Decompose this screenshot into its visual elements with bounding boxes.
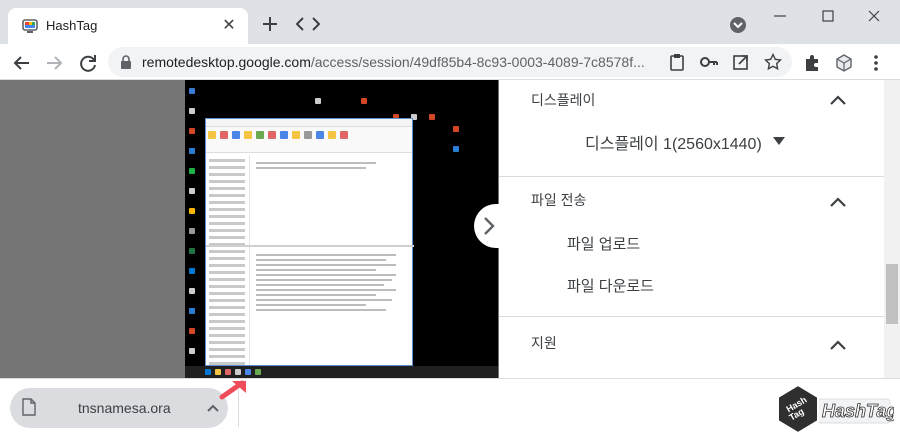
tab-close-icon[interactable]: ✕ — [220, 17, 238, 35]
desktop-icon[interactable] — [189, 148, 195, 154]
bookmark-star-icon[interactable] — [764, 53, 782, 71]
explorer-file-list — [252, 159, 410, 172]
minimize-icon[interactable] — [760, 4, 800, 28]
download-shelf: tnsnamesa.ora Hash Tag HashTag — [0, 378, 900, 436]
caret-down-icon[interactable] — [773, 137, 785, 145]
desktop-icon[interactable] — [189, 288, 195, 294]
download-filename: tnsnamesa.ora — [78, 400, 171, 416]
tab-title: HashTag — [46, 18, 98, 33]
extension-cube-icon[interactable] — [834, 53, 854, 73]
svg-text:HashTag: HashTag — [822, 401, 894, 421]
support-section-title[interactable]: 지원 — [531, 333, 557, 353]
file-upload-link[interactable]: 파일 업로드 — [567, 233, 640, 254]
url-text: remotedesktop.google.com/access/session/… — [142, 54, 662, 70]
section-divider — [499, 316, 884, 317]
desktop-icon[interactable] — [189, 108, 195, 114]
desktop-icon[interactable] — [189, 268, 195, 274]
open-external-icon[interactable] — [732, 53, 750, 71]
close-icon[interactable] — [854, 4, 894, 28]
display-select[interactable]: 디스플레이 1(2560x1440) — [585, 130, 762, 154]
remote-file-explorer[interactable] — [205, 118, 414, 366]
extensions-puzzle-icon[interactable] — [802, 53, 822, 73]
code-icon[interactable] — [294, 12, 322, 36]
toolbar: remotedesktop.google.com/access/session/… — [0, 44, 900, 80]
url-host: remotedesktop.google.com — [142, 54, 311, 70]
desktop-icon[interactable] — [453, 146, 459, 152]
desktop-icon[interactable] — [189, 128, 195, 134]
tab-strip: HashTag ✕ — [0, 0, 900, 44]
chevron-up-icon[interactable] — [829, 339, 847, 351]
forward-icon[interactable] — [42, 51, 66, 75]
desktop-icon[interactable] — [189, 88, 195, 94]
section-divider — [499, 176, 884, 177]
desktop-icon[interactable] — [315, 98, 321, 104]
explorer-ribbon — [206, 127, 412, 153]
clipboard-icon[interactable] — [668, 53, 686, 71]
annotation-arrow-icon — [219, 380, 246, 400]
desktop-icon[interactable] — [189, 328, 195, 334]
url-path: /access/session/49df85b4-8c93-0003-4089-… — [310, 54, 645, 70]
reload-icon[interactable] — [76, 51, 100, 75]
chevron-up-icon[interactable] — [206, 402, 220, 414]
chevron-right-icon — [484, 217, 495, 235]
display-section-title[interactable]: 디스플레이 — [531, 90, 595, 110]
tab-hashtag[interactable]: HashTag ✕ — [8, 8, 248, 44]
desktop-icon[interactable] — [189, 348, 195, 354]
session-options-panel: 디스플레이 디스플레이 1(2560x1440) 파일 전송 파일 업로드 파일… — [499, 80, 884, 378]
desktop-icon[interactable] — [189, 308, 195, 314]
desktop-icon[interactable] — [453, 126, 459, 132]
explorer-file-list-lower — [252, 251, 410, 314]
browser-window: HashTag ✕ remotedesktop.google.com/acces… — [0, 0, 900, 436]
chevron-up-icon[interactable] — [829, 94, 847, 106]
desktop-icon[interactable] — [361, 98, 367, 104]
desktop-icon[interactable] — [189, 168, 195, 174]
download-item[interactable]: tnsnamesa.ora — [10, 388, 228, 428]
explorer-nav-pane — [206, 155, 250, 365]
shelf-separator — [238, 389, 239, 427]
remote-session-view: 디스플레이 디스플레이 1(2560x1440) 파일 전송 파일 업로드 파일… — [0, 80, 900, 378]
desktop-icon[interactable] — [189, 228, 195, 234]
lock-icon[interactable] — [120, 55, 132, 69]
desktop-icon[interactable] — [189, 188, 195, 194]
scroll-thumb[interactable] — [886, 264, 898, 324]
tab-search-icon[interactable] — [728, 15, 748, 35]
new-tab-icon[interactable] — [258, 12, 282, 36]
desktop-icon[interactable] — [189, 248, 195, 254]
address-bar[interactable]: remotedesktop.google.com/access/session/… — [108, 47, 792, 77]
explorer-split — [206, 245, 414, 247]
explorer-titlebar — [206, 119, 412, 127]
desktop-icon[interactable] — [189, 208, 195, 214]
maximize-icon[interactable] — [808, 4, 848, 28]
key-icon[interactable] — [700, 53, 718, 71]
desktop-icon[interactable] — [429, 114, 435, 120]
remote-desktop-icon — [22, 19, 38, 33]
menu-kebab-icon[interactable] — [866, 53, 886, 73]
remote-desktop-screen[interactable] — [185, 80, 498, 378]
hashtag-logo: Hash Tag HashTag — [777, 383, 894, 435]
back-icon[interactable] — [10, 51, 34, 75]
file-download-link[interactable]: 파일 다운로드 — [567, 275, 654, 296]
chevron-up-icon[interactable] — [829, 196, 847, 208]
panel-scrollbar[interactable] — [884, 80, 900, 378]
file-icon — [22, 398, 36, 416]
file-transfer-section-title[interactable]: 파일 전송 — [531, 190, 586, 210]
